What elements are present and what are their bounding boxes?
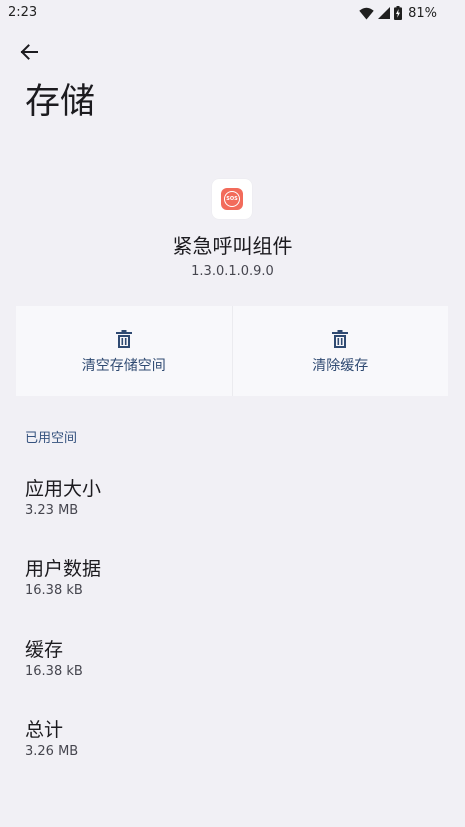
storage-item-value: 3.23 MB	[25, 503, 79, 518]
app-icon: SOS	[212, 179, 252, 219]
sos-icon: SOS	[221, 188, 243, 210]
status-time: 2:23	[8, 5, 38, 20]
status-icons: 81%	[359, 4, 437, 22]
section-header-used-space: 已用空间	[25, 431, 78, 446]
page-title: 存储	[25, 82, 96, 122]
storage-item-title: 总计	[25, 719, 64, 741]
storage-item-value: 16.38 kB	[25, 583, 83, 598]
storage-item-title: 用户数据	[25, 558, 102, 580]
storage-item-app-size: 应用大小 3.23 MB	[25, 476, 445, 519]
clear-storage-label: 清空存储空间	[81, 357, 166, 374]
battery-charging-icon	[394, 6, 403, 20]
arrow-left-icon	[20, 44, 38, 64]
battery-percentage: 81%	[408, 5, 437, 21]
storage-item-user-data: 用户数据 16.38 kB	[25, 556, 445, 599]
storage-actions: 清空存储空间 清除缓存	[16, 306, 448, 396]
storage-item-title: 缓存	[25, 639, 64, 661]
storage-item-title: 应用大小	[25, 478, 102, 500]
trash-icon	[115, 328, 132, 350]
clear-cache-label: 清除缓存	[312, 357, 369, 374]
sos-icon-text: SOS	[224, 191, 240, 207]
status-bar: 2:23 81%	[0, 0, 465, 26]
storage-item-total: 总计 3.26 MB	[25, 717, 445, 760]
wifi-icon	[359, 7, 374, 20]
app-version: 1.3.0.1.0.9.0	[191, 264, 274, 279]
storage-item-cache: 缓存 16.38 kB	[25, 637, 445, 680]
clear-cache-button[interactable]: 清除缓存	[231, 306, 449, 396]
app-name: 紧急呼叫组件	[172, 234, 293, 258]
storage-item-value: 16.38 kB	[25, 664, 83, 679]
trash-icon	[332, 328, 349, 350]
cell-signal-icon	[378, 7, 391, 19]
storage-item-value: 3.26 MB	[25, 744, 79, 759]
back-button[interactable]	[14, 40, 44, 68]
clear-storage-button[interactable]: 清空存储空间	[16, 306, 232, 396]
